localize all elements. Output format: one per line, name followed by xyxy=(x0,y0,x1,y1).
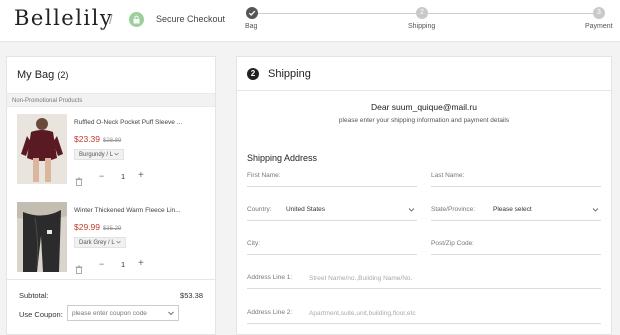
shipping-panel: 2 Shipping Dear suum_quique@mail.ru plea… xyxy=(236,56,612,335)
first-name-field[interactable]: First Name: xyxy=(247,169,417,187)
original-price: $35.29 xyxy=(103,226,122,232)
step-shipping-number: 2 xyxy=(416,7,428,19)
address-line-2-field[interactable]: Address Line 2: xyxy=(247,306,601,324)
trash-icon[interactable] xyxy=(75,173,83,191)
chevron-down-icon xyxy=(408,208,415,212)
coupon-select[interactable] xyxy=(67,305,179,321)
sale-price: $23.39 xyxy=(74,134,100,144)
my-bag-title-text: My Bag xyxy=(17,69,55,81)
quantity-increase-button[interactable]: + xyxy=(138,170,144,181)
bellelily-logo[interactable]: Bellelily xyxy=(14,6,113,30)
product-title[interactable]: Winter Thickened Warm Fleece Lin... xyxy=(74,207,181,214)
shipping-step-number: 2 xyxy=(247,68,259,80)
original-price: $28.89 xyxy=(103,138,122,144)
zip-label: Post/Zip Code: xyxy=(431,240,474,247)
state-label: State/Province: xyxy=(431,206,476,213)
variant-selector[interactable]: Burgundy / L xyxy=(74,149,125,160)
shipping-instructions: please enter your shipping information a… xyxy=(338,117,510,124)
country-select[interactable]: Country: United States xyxy=(247,203,417,221)
step-label-bag: Bag xyxy=(245,23,258,30)
quantity-decrease-button[interactable]: − xyxy=(99,171,104,181)
address-line-1-input[interactable] xyxy=(309,271,589,285)
step-payment-number: 3 xyxy=(593,7,605,19)
zip-field[interactable]: Post/Zip Code: xyxy=(431,237,601,255)
address-line-1-field[interactable]: Address Line 1: xyxy=(247,271,601,289)
state-select[interactable]: State/Province: Please select xyxy=(431,203,601,221)
product-title[interactable]: Ruffled O-Neck Pocket Puff Sleeve ... xyxy=(74,119,182,126)
last-name-field[interactable]: Last Name: xyxy=(431,169,601,187)
city-label: City: xyxy=(247,240,260,247)
shipping-header: 2 Shipping xyxy=(237,57,611,91)
chevron-down-icon xyxy=(114,152,120,156)
variant-value: Burgundy / L xyxy=(79,152,113,158)
product-price: $23.39 $28.89 xyxy=(74,134,121,144)
quantity-value[interactable]: 1 xyxy=(121,172,125,181)
shipping-title: Shipping xyxy=(268,68,311,80)
state-value: Please select xyxy=(493,206,532,213)
step-label-shipping: Shipping xyxy=(408,23,436,30)
secure-checkout-label: Secure Checkout xyxy=(156,14,226,24)
variant-selector[interactable]: Dark Grey / L xyxy=(74,237,127,248)
address-line-2-label: Address Line 2: xyxy=(247,309,293,316)
subtotal-label: Subtotal: xyxy=(19,291,49,300)
quantity-value[interactable]: 1 xyxy=(121,260,125,269)
trash-icon[interactable] xyxy=(75,261,83,279)
chevron-down-icon xyxy=(592,208,599,212)
my-bag-panel: My Bag (2) Non-Promotional Products Ruff… xyxy=(6,56,216,335)
progress-line-1 xyxy=(258,13,416,14)
coupon-label: Use Coupon: xyxy=(19,310,63,319)
promo-section-label: Non-Promotional Products xyxy=(7,93,215,107)
first-name-input[interactable] xyxy=(293,169,413,183)
city-input[interactable] xyxy=(269,237,409,251)
last-name-label: Last Name: xyxy=(431,172,465,179)
bag-item: Ruffled O-Neck Pocket Puff Sleeve ... $2… xyxy=(7,114,215,200)
country-label: Country: xyxy=(247,206,272,213)
coupon-input[interactable] xyxy=(72,306,162,320)
bag-item: Winter Thickened Warm Fleece Lin... $29.… xyxy=(7,202,215,288)
zip-input[interactable] xyxy=(487,237,597,251)
bag-item-count: (2) xyxy=(57,70,69,80)
sale-price: $29.99 xyxy=(74,222,100,232)
chevron-down-icon xyxy=(168,311,174,316)
step-bag-check-icon xyxy=(246,7,258,19)
last-name-input[interactable] xyxy=(475,169,595,183)
country-value: United States xyxy=(286,206,326,213)
step-label-payment: Payment xyxy=(585,23,613,30)
customer-greeting: Dear suum_quique@mail.ru xyxy=(371,102,477,112)
quantity-increase-button[interactable]: + xyxy=(138,258,144,269)
summary-divider xyxy=(7,279,215,280)
variant-value: Dark Grey / L xyxy=(79,240,115,246)
my-bag-title: My Bag (2) xyxy=(17,69,68,81)
product-image-leggings[interactable] xyxy=(17,202,67,272)
quantity-decrease-button[interactable]: − xyxy=(99,259,104,269)
chevron-down-icon xyxy=(116,240,121,244)
first-name-label: First Name: xyxy=(247,172,281,179)
header-separator: / xyxy=(109,12,113,27)
address-line-2-input[interactable] xyxy=(309,306,589,320)
shipping-address-title: Shipping Address xyxy=(247,153,318,163)
subtotal-value: $53.38 xyxy=(180,291,203,300)
checkout-header: Bellelily / Secure Checkout Bag 2 Shippi… xyxy=(0,0,620,42)
product-image-dress[interactable] xyxy=(17,114,67,184)
progress-line-2 xyxy=(428,13,593,14)
lock-icon xyxy=(129,12,144,27)
city-field[interactable]: City: xyxy=(247,237,417,255)
product-price: $29.99 $35.29 xyxy=(74,222,121,232)
address-line-1-label: Address Line 1: xyxy=(247,274,293,281)
